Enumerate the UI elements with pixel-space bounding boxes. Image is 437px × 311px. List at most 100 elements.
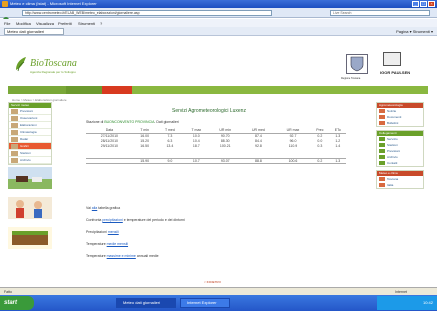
status-bar: Fatto Internet: [0, 287, 437, 295]
right-item[interactable]: Contatti: [377, 160, 423, 166]
maximize-icon[interactable]: □: [420, 1, 427, 7]
thumb-icon: [11, 108, 18, 114]
sidebar-item-label: Elaborazioni: [20, 123, 37, 127]
sidebar-item-label: Grafici: [20, 144, 29, 148]
cell: [86, 157, 133, 164]
line-text: e temperature del periodo e dei dintorni: [123, 218, 185, 222]
partner-logo[interactable]: Regione Toscana: [341, 54, 368, 80]
line-text: Temperature: [86, 254, 106, 258]
search-input[interactable]: Live Search: [330, 10, 430, 16]
station-subtitle: Stazione di BUONCONVENTO PROVINCIA. Dati…: [86, 120, 179, 124]
line-link[interactable]: medie mensili: [107, 242, 128, 246]
line-link[interactable]: massime e minime: [107, 254, 136, 258]
menu-help[interactable]: ?: [100, 21, 102, 26]
url-input[interactable]: http://www.centrometeo.it/ELAB_WEB/meteo…: [22, 10, 272, 16]
taskbar-button[interactable]: Meteo dati giornalieri: [116, 298, 176, 308]
partner-logo-2[interactable]: IGOR PAULSEN: [380, 52, 410, 75]
cell: 100.6: [275, 157, 311, 164]
taskbar-button[interactable]: Internet Explorer: [180, 298, 230, 308]
menu-favorites[interactable]: Preferiti: [58, 21, 72, 26]
partner-2-caption: IGOR PAULSEN: [380, 70, 411, 75]
sidebar-item[interactable]: Radar: [9, 136, 51, 143]
menu-view[interactable]: Visualizza: [36, 21, 54, 26]
subtitle-suffix: . Dati giornalieri: [154, 120, 179, 124]
window-controls: _ □ ×: [412, 1, 435, 7]
system-tray: 10:42: [377, 296, 437, 310]
cell: 1.3: [329, 157, 346, 164]
cell: 0.2: [310, 157, 330, 164]
crest-icon: [350, 56, 364, 72]
thumb-icon: [11, 129, 18, 135]
right-item[interactable]: Italia: [377, 182, 423, 188]
info-line: Temperature massime e minime annuali med…: [86, 254, 159, 258]
main-content: Servizi Agrometeorologici Luxenz Stazion…: [64, 108, 354, 298]
clock: 10:42: [422, 300, 433, 305]
cell: 10.7: [183, 157, 210, 164]
line-text: annuali medie: [136, 254, 159, 258]
web-page: BioToscana Agenzia Regionale per lo Svil…: [0, 36, 437, 296]
address-bar: http://www.centrometeo.it/ELAB_WEB/meteo…: [0, 8, 437, 41]
breadcrumb: Home > Meteo > Elaborazioni giornaliere: [12, 98, 67, 102]
nav-contacts[interactable]: Contatti: [102, 86, 132, 100]
sidebar-item[interactable]: Elaborazioni: [9, 122, 51, 129]
start-button[interactable]: start: [0, 296, 34, 310]
sidebar-item[interactable]: Previsioni: [9, 108, 51, 115]
info-line: Precipitazioni mensili: [86, 230, 119, 234]
menu-edit[interactable]: Modifica: [16, 21, 31, 26]
sidebar-item-label: Archivio: [20, 158, 31, 162]
minimize-icon[interactable]: _: [412, 1, 419, 7]
left-sidebar: Servizi meteo Previsioni Osservazioni El…: [8, 102, 56, 292]
banner-image-market[interactable]: [8, 227, 52, 249]
browser-tab[interactable]: Meteo dati giornalieri: [4, 28, 64, 35]
cell: 88.8: [241, 157, 276, 164]
page-title: Servizi Agrometeorologici Luxenz: [172, 108, 246, 114]
sidebar-item[interactable]: Archivio: [9, 157, 51, 164]
line-link[interactable]: mensili: [108, 230, 119, 234]
info-line: Temperature medie mensili: [86, 242, 128, 246]
window-titlebar: Meteo e clima (Istat) - Microsoft Intern…: [0, 0, 437, 8]
sidebar-item[interactable]: Climatologia: [9, 129, 51, 136]
back-link[interactable]: < INDIETRO: [204, 280, 221, 284]
toolbar-tools[interactable]: Pagina ▾ Strumenti ▾: [396, 29, 433, 34]
thumb-icon: [11, 122, 18, 128]
site-logo-subtitle: Agenzia Regionale per lo Sviluppo: [30, 70, 76, 74]
close-icon[interactable]: ×: [428, 1, 435, 7]
nav-home[interactable]: Home page: [8, 86, 66, 100]
right-box-3: Meteo e clima Toscana Italia: [376, 170, 424, 189]
subtitle-prefix: Stazione di: [86, 120, 104, 124]
menu-tools[interactable]: Strumenti: [78, 21, 95, 26]
right-box-2: Collegamenti Servizio Stazioni Prevision…: [376, 130, 424, 167]
site-logo-text[interactable]: BioToscana: [30, 58, 77, 69]
sidebar-item[interactable]: Stazioni: [9, 150, 51, 157]
cell: 15.90: [132, 157, 157, 164]
sidebar-item-label: Previsioni: [20, 109, 34, 113]
thumb-icon: [11, 143, 18, 149]
site-header: BioToscana Agenzia Regionale per lo Svil…: [8, 44, 428, 86]
leaf-logo-icon: [16, 57, 26, 72]
station-link[interactable]: BUONCONVENTO PROVINCIA: [104, 120, 154, 124]
banner-image-cows[interactable]: [8, 167, 52, 189]
status-zone: Internet: [395, 290, 407, 294]
thumb-icon: [11, 157, 18, 163]
sidebar-item-label: Osservazioni: [20, 116, 38, 120]
browser-icon: [2, 1, 8, 7]
thumb-icon: [11, 150, 18, 156]
thumb-icon: [11, 136, 18, 142]
left-menu: Servizi meteo Previsioni Osservazioni El…: [8, 102, 52, 165]
taskbar: start Meteo dati giornalieri Internet Ex…: [0, 295, 437, 311]
window-title: Meteo e clima (Istat) - Microsoft Intern…: [10, 1, 97, 6]
banner-image-family[interactable]: [8, 197, 52, 219]
line-text: Confronta: [86, 218, 102, 222]
sidebar-item-selected[interactable]: Grafici: [9, 143, 51, 150]
sidebar-item[interactable]: Osservazioni: [9, 115, 51, 122]
menu-file[interactable]: File: [4, 21, 10, 26]
sidebar-item-label: Stazioni: [20, 151, 31, 155]
table-mean-row: 15.90 9.0 10.7 93.07 88.8 100.6 0.2 1.3: [86, 157, 346, 164]
nav-meteo[interactable]: Dati meteo: [66, 86, 102, 100]
daily-data-table: Data T min T med T max UR min UR med UR …: [86, 128, 346, 164]
nav-buttons: [3, 10, 17, 41]
menu-bar: File Modifica Visualizza Preferiti Strum…: [0, 19, 437, 27]
line-link[interactable]: precipitazioni: [102, 218, 122, 222]
right-item[interactable]: Bollettini: [377, 120, 423, 126]
line-link[interactable]: alla: [92, 206, 97, 210]
